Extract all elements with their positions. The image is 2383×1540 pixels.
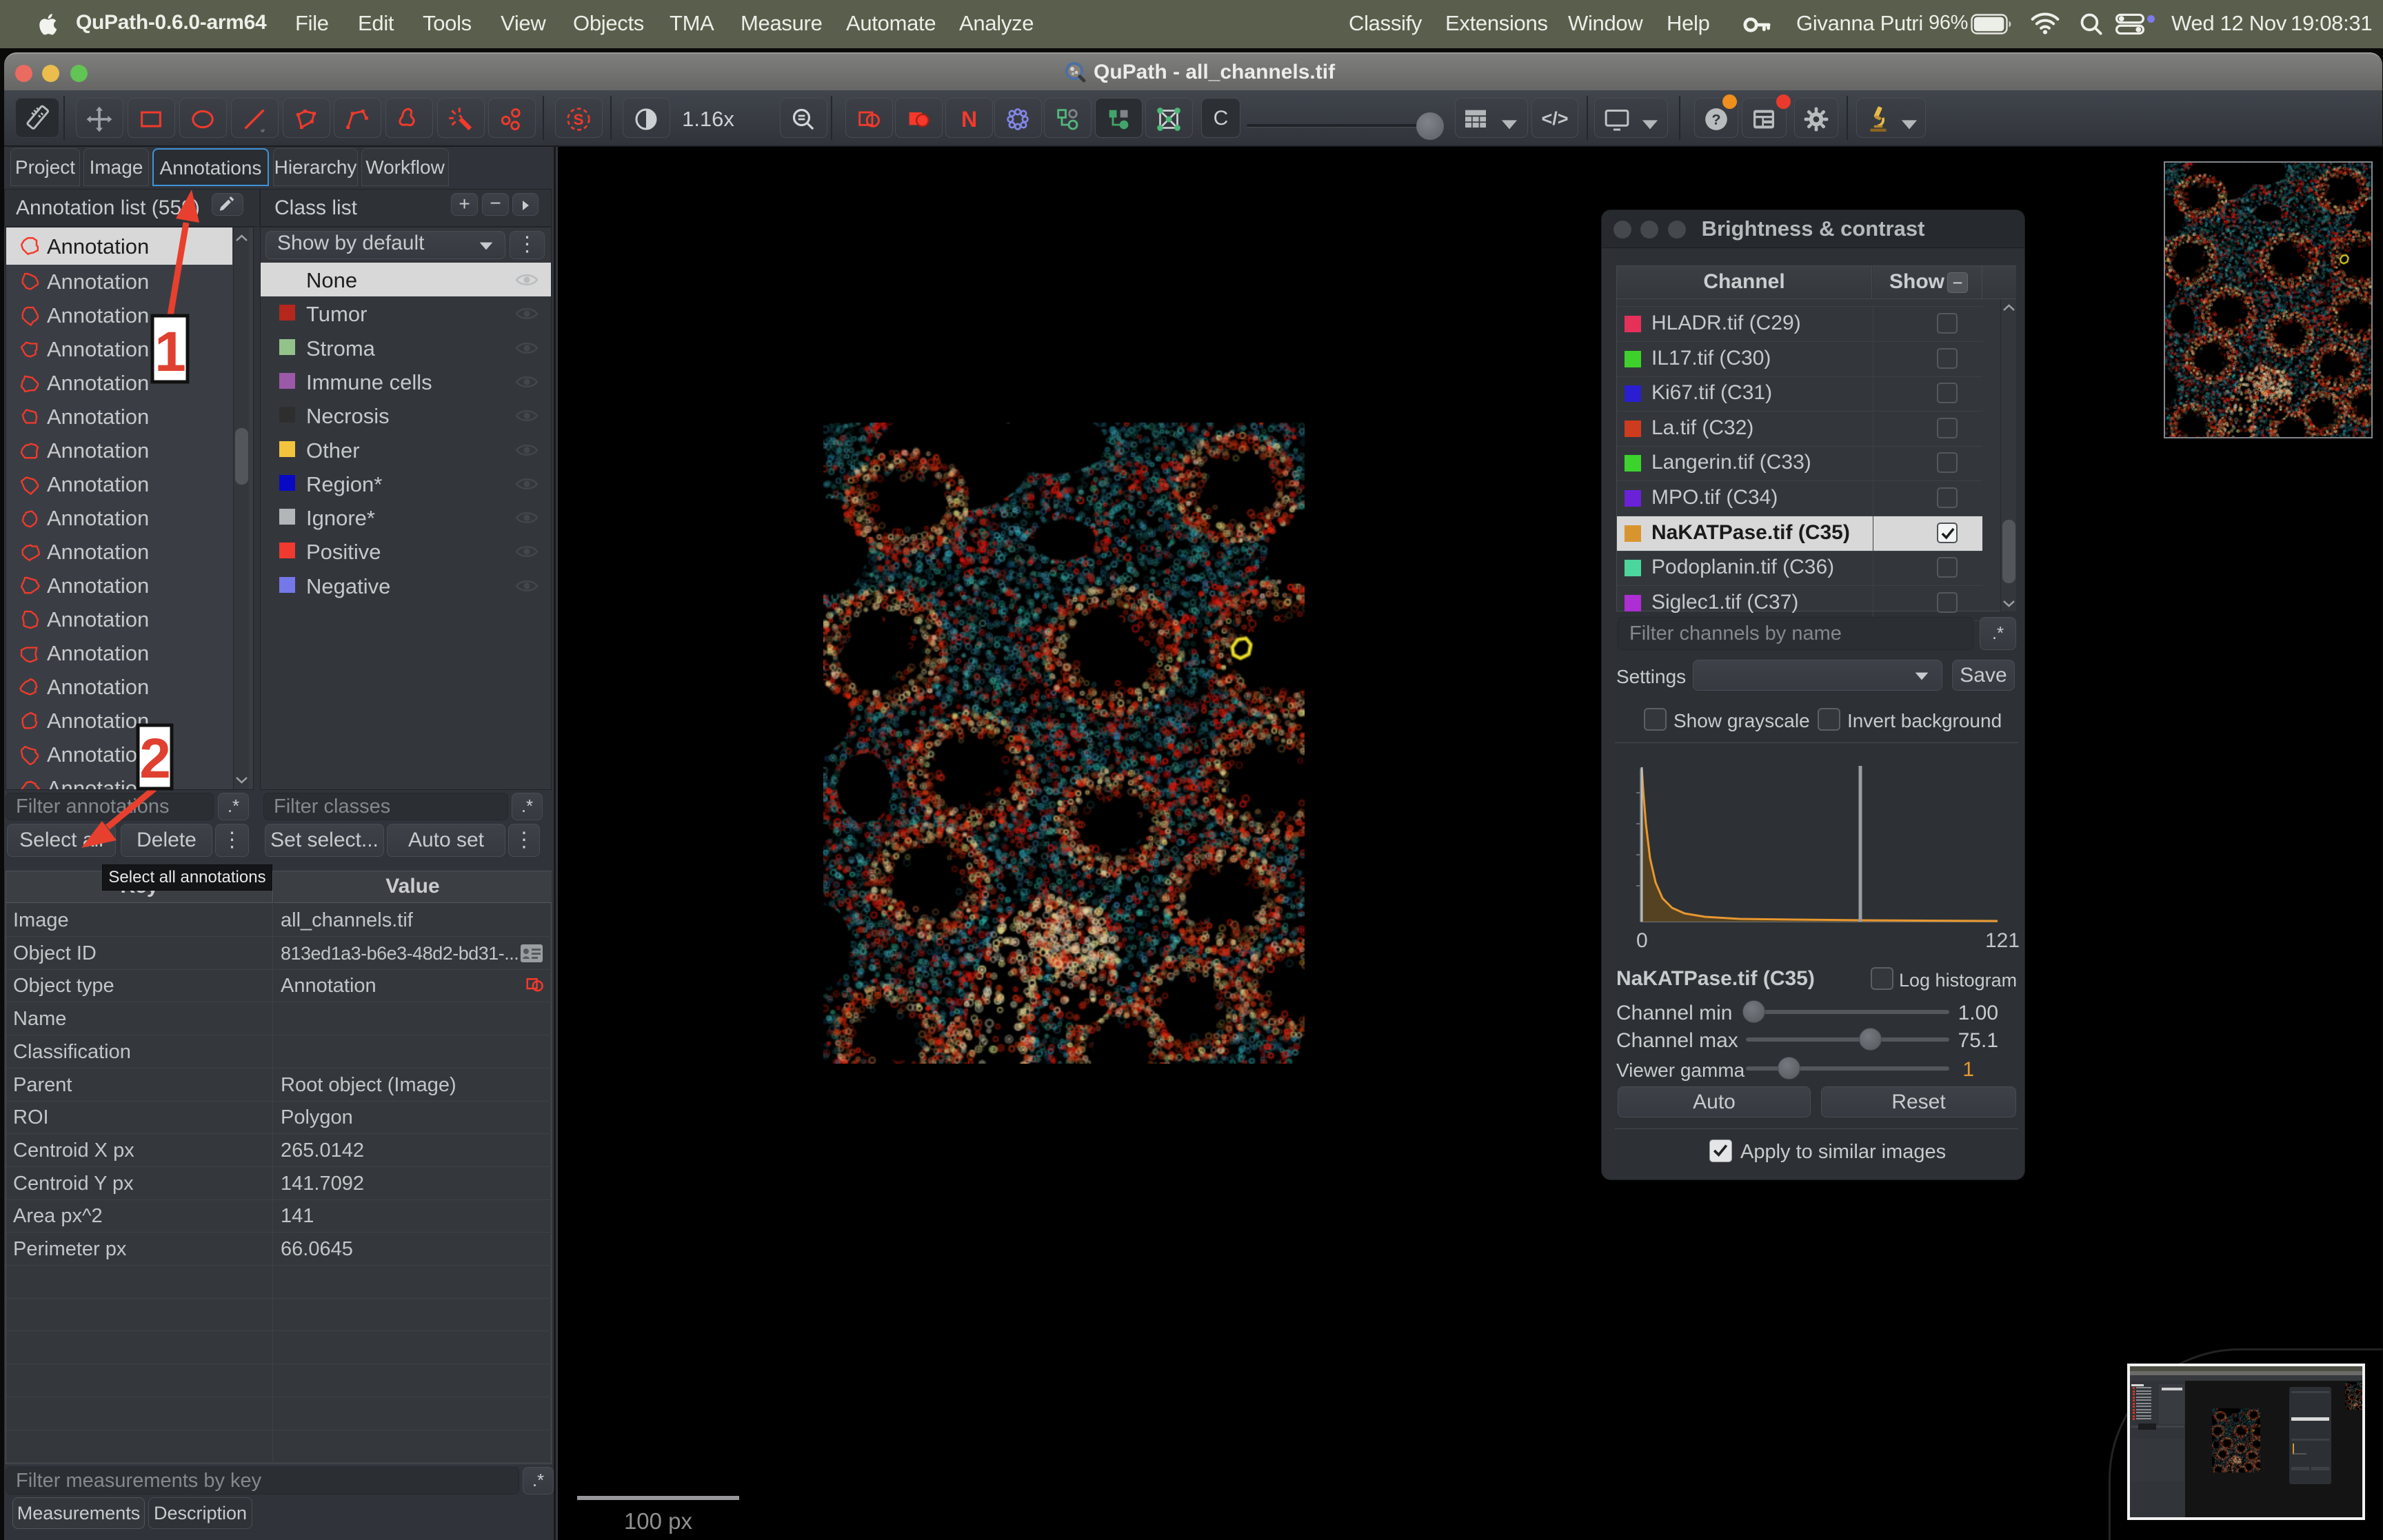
svg-text:2: 2	[139, 727, 171, 790]
svg-text:?: ?	[1711, 111, 1720, 128]
svg-text:1: 1	[154, 321, 186, 383]
svg-text:S: S	[573, 111, 583, 128]
